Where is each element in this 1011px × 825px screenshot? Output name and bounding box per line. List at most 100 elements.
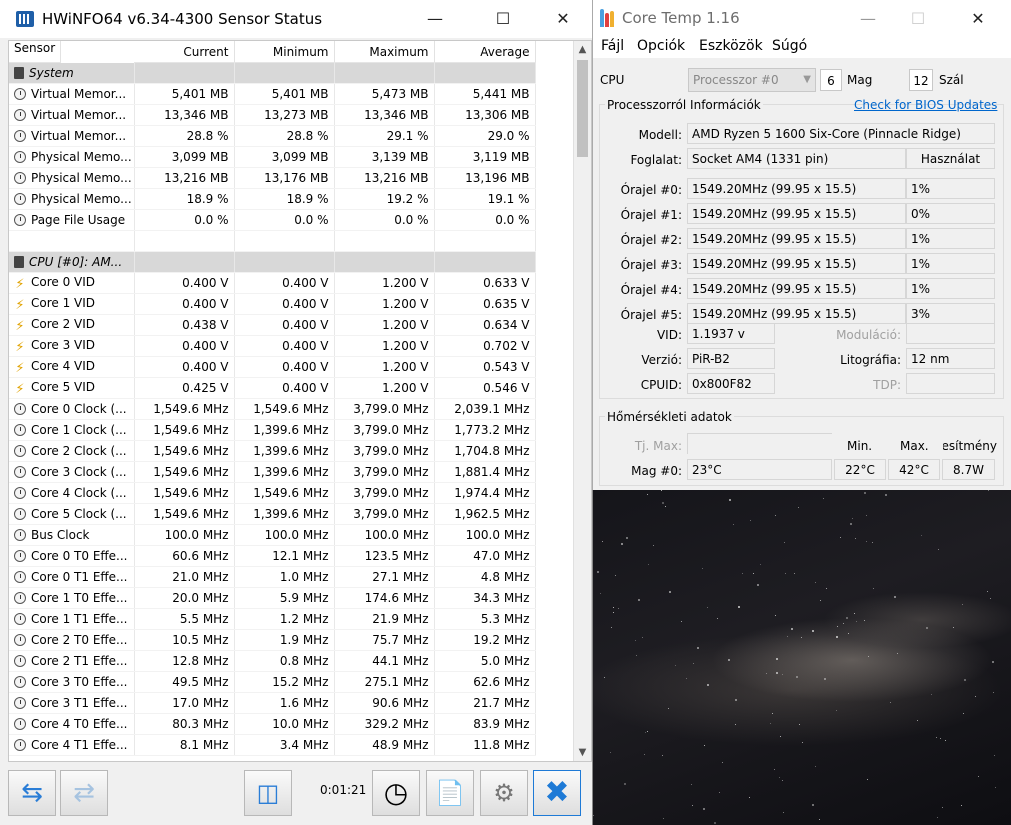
sensor-maximum: 19.2 % <box>334 188 435 210</box>
column-header-current[interactable]: Current <box>134 41 235 63</box>
star <box>836 636 838 638</box>
close-button[interactable]: ✕ <box>955 0 1001 38</box>
sensor-row[interactable]: Bus Clock 100.0 MHz 100.0 MHz 100.0 MHz 100.… <box>9 524 536 546</box>
sensor-row[interactable]: Physical Memo... 18.9 % 18.9 % 19.2 % 19.1 % <box>9 188 536 210</box>
scroll-down-arrow-icon[interactable]: ▼ <box>574 744 591 761</box>
sensor-row[interactable]: Virtual Memor... 13,346 MB 13,273 MB 13,346… <box>9 104 536 126</box>
modulation-value <box>906 323 995 344</box>
temperature-group-title: Hőmérsékleti adatok <box>605 410 734 424</box>
star <box>931 694 932 695</box>
socket-label: Foglalat: <box>630 153 682 167</box>
hwinfo-titlebar[interactable]: HWiNFO64 v6.34-4300 Sensor Status — ☐ ✕ <box>0 0 592 38</box>
sensor-row[interactable]: Core 3 Clock (... 1,549.6 MHz 1,399.6 MHz 3… <box>9 461 536 483</box>
sensor-row[interactable]: Core 5 Clock (... 1,549.6 MHz 1,399.6 MHz 3… <box>9 503 536 525</box>
sensor-row[interactable]: Core 3 T1 Effe... 17.0 MHz 1.6 MHz 90.6 MHz… <box>9 692 536 714</box>
sensor-spacer-cell <box>134 230 235 252</box>
sensor-row[interactable]: Core 0 T0 Effe... 60.6 MHz 12.1 MHz 123.5 M… <box>9 545 536 567</box>
sensor-group-row[interactable]: System <box>9 62 536 84</box>
star <box>962 604 963 605</box>
close-button[interactable]: ✕ <box>540 0 586 38</box>
window-title: HWiNFO64 v6.34-4300 Sensor Status <box>42 10 323 28</box>
menu-file[interactable]: Fájl <box>601 38 624 54</box>
desktop-background <box>592 490 1011 825</box>
sensor-row[interactable]: Core 2 Clock (... 1,549.6 MHz 1,399.6 MHz 3… <box>9 440 536 462</box>
column-header-sensor[interactable]: Sensor <box>9 41 62 63</box>
settings-gear-icon[interactable]: ⚙ <box>480 770 528 816</box>
star <box>864 492 866 494</box>
collapse-arrows-icon[interactable]: ⇄ <box>60 770 108 816</box>
sensor-average: 0.635 V <box>434 293 536 315</box>
sensor-current: 3,099 MB <box>134 146 235 168</box>
sensor-minimum: 0.400 V <box>234 356 335 378</box>
sensor-row[interactable]: Core 1 T0 Effe... 20.0 MHz 5.9 MHz 174.6 MH… <box>9 587 536 609</box>
sensor-row[interactable]: Core 2 T1 Effe... 12.8 MHz 0.8 MHz 44.1 MHz… <box>9 650 536 672</box>
sensor-name-label: Core 0 VID <box>31 275 96 289</box>
bios-update-link[interactable]: Check for BIOS Updates <box>854 98 997 112</box>
sensor-row[interactable]: Physical Memo... 13,216 MB 13,176 MB 13,216… <box>9 167 536 189</box>
sensor-row[interactable]: ⚡ Core 5 VID 0.425 V 0.400 V 1.200 V 0.546 V <box>9 377 536 399</box>
sensor-row[interactable]: Core 4 T1 Effe... 8.1 MHz 3.4 MHz 48.9 MHz 1… <box>9 734 536 756</box>
add-report-icon[interactable]: 📄 <box>426 770 474 816</box>
sensor-row[interactable]: Core 0 Clock (... 1,549.6 MHz 1,549.6 MHz 3… <box>9 398 536 420</box>
column-header-average[interactable]: Average <box>434 41 536 63</box>
sensor-row[interactable]: Core 1 T1 Effe... 5.5 MHz 1.2 MHz 21.9 MHz 5… <box>9 608 536 630</box>
sensor-row[interactable]: ⚡ Core 2 VID 0.438 V 0.400 V 1.200 V 0.634 V <box>9 314 536 336</box>
star <box>693 663 694 664</box>
star <box>852 518 853 519</box>
tjmax-label: Tj. Max: <box>634 439 682 453</box>
menu-help[interactable]: Súgó <box>772 38 807 54</box>
sensor-row[interactable]: ⚡ Core 4 VID 0.400 V 0.400 V 1.200 V 0.543 V <box>9 356 536 378</box>
maximize-button[interactable]: ☐ <box>480 0 526 38</box>
sensor-spacer-row[interactable] <box>9 230 536 252</box>
sensor-row[interactable]: Virtual Memor... 28.8 % 28.8 % 29.1 % 29.0 % <box>9 125 536 147</box>
star <box>707 607 708 608</box>
processor-select[interactable]: Processzor #0 ▼ <box>688 68 816 92</box>
clock-value-5: 1549.20MHz (99.95 x 15.5) <box>687 303 906 324</box>
sensor-row[interactable]: Page File Usage 0.0 % 0.0 % 0.0 % 0.0 % <box>9 209 536 231</box>
network-computers-icon[interactable]: ◫ <box>244 770 292 816</box>
sensor-row[interactable]: Core 0 T1 Effe... 21.0 MHz 1.0 MHz 27.1 MHz… <box>9 566 536 588</box>
sensor-maximum: 21.9 MHz <box>334 608 435 630</box>
maximize-button[interactable]: ☐ <box>895 0 941 38</box>
sensor-row[interactable]: Core 4 Clock (... 1,549.6 MHz 1,549.6 MHz 3… <box>9 482 536 504</box>
expand-arrows-icon[interactable]: ⇆ <box>8 770 56 816</box>
vertical-scrollbar[interactable]: ▲ ▼ <box>573 41 591 761</box>
sensor-row[interactable]: ⚡ Core 0 VID 0.400 V 0.400 V 1.200 V 0.633 V <box>9 272 536 294</box>
clock-reset-icon[interactable]: ◷ <box>372 770 420 816</box>
column-header-maximum[interactable]: Maximum <box>334 41 435 63</box>
sensor-row[interactable]: Core 2 T0 Effe... 10.5 MHz 1.9 MHz 75.7 MHz… <box>9 629 536 651</box>
menu-options[interactable]: Opciók <box>637 38 685 54</box>
sensor-name-label: Core 3 T1 Effe... <box>31 696 128 710</box>
sensor-row[interactable]: Core 3 T0 Effe... 49.5 MHz 15.2 MHz 275.1 M… <box>9 671 536 693</box>
sensor-row[interactable]: ⚡ Core 3 VID 0.400 V 0.400 V 1.200 V 0.702 V <box>9 335 536 357</box>
star <box>782 780 783 781</box>
clock-usage-4: 1% <box>906 278 995 299</box>
gauge-icon <box>14 88 26 100</box>
sensor-name-label: Physical Memo... <box>31 192 132 206</box>
sensor-name-label: Core 1 Clock (... <box>31 423 127 437</box>
sensor-minimum: 1,399.6 MHz <box>234 440 335 462</box>
minimize-button[interactable]: — <box>412 0 458 38</box>
column-header-minimum[interactable]: Minimum <box>234 41 335 63</box>
sensor-maximum: 100.0 MHz <box>334 524 435 546</box>
sensor-current: 60.6 MHz <box>134 545 235 567</box>
scroll-up-arrow-icon[interactable]: ▲ <box>574 41 591 58</box>
coretemp-titlebar[interactable]: Core Temp 1.16 — ☐ ✕ <box>593 0 1011 36</box>
sensor-row[interactable]: Core 1 Clock (... 1,549.6 MHz 1,399.6 MHz 3… <box>9 419 536 441</box>
clock-value-0: 1549.20MHz (99.95 x 15.5) <box>687 178 906 199</box>
sensor-row[interactable]: Physical Memo... 3,099 MB 3,099 MB 3,139 MB… <box>9 146 536 168</box>
power-header: Teljesítmény <box>943 439 997 453</box>
sensor-row[interactable]: Virtual Memor... 5,401 MB 5,401 MB 5,473 MB… <box>9 83 536 105</box>
sensor-group-row[interactable]: CPU [#0]: AM... <box>9 251 536 273</box>
sensor-name: Core 4 Clock (... <box>9 482 135 504</box>
clock-value-3: 1549.20MHz (99.95 x 15.5) <box>687 253 906 274</box>
sensor-row[interactable]: Core 4 T0 Effe... 80.3 MHz 10.0 MHz 329.2 M… <box>9 713 536 735</box>
sensor-row[interactable]: ⚡ Core 1 VID 0.400 V 0.400 V 1.200 V 0.635 V <box>9 293 536 315</box>
minimize-button[interactable]: — <box>845 0 891 38</box>
menu-tools[interactable]: Eszközök <box>699 38 763 54</box>
star <box>856 621 857 622</box>
scroll-thumb[interactable] <box>577 60 588 157</box>
close-x-icon[interactable]: ✖ <box>533 770 581 816</box>
sensor-name: ⚡ Core 1 VID <box>9 293 135 315</box>
sensor-list[interactable]: Sensor Current Minimum Maximum Average S… <box>8 40 592 762</box>
